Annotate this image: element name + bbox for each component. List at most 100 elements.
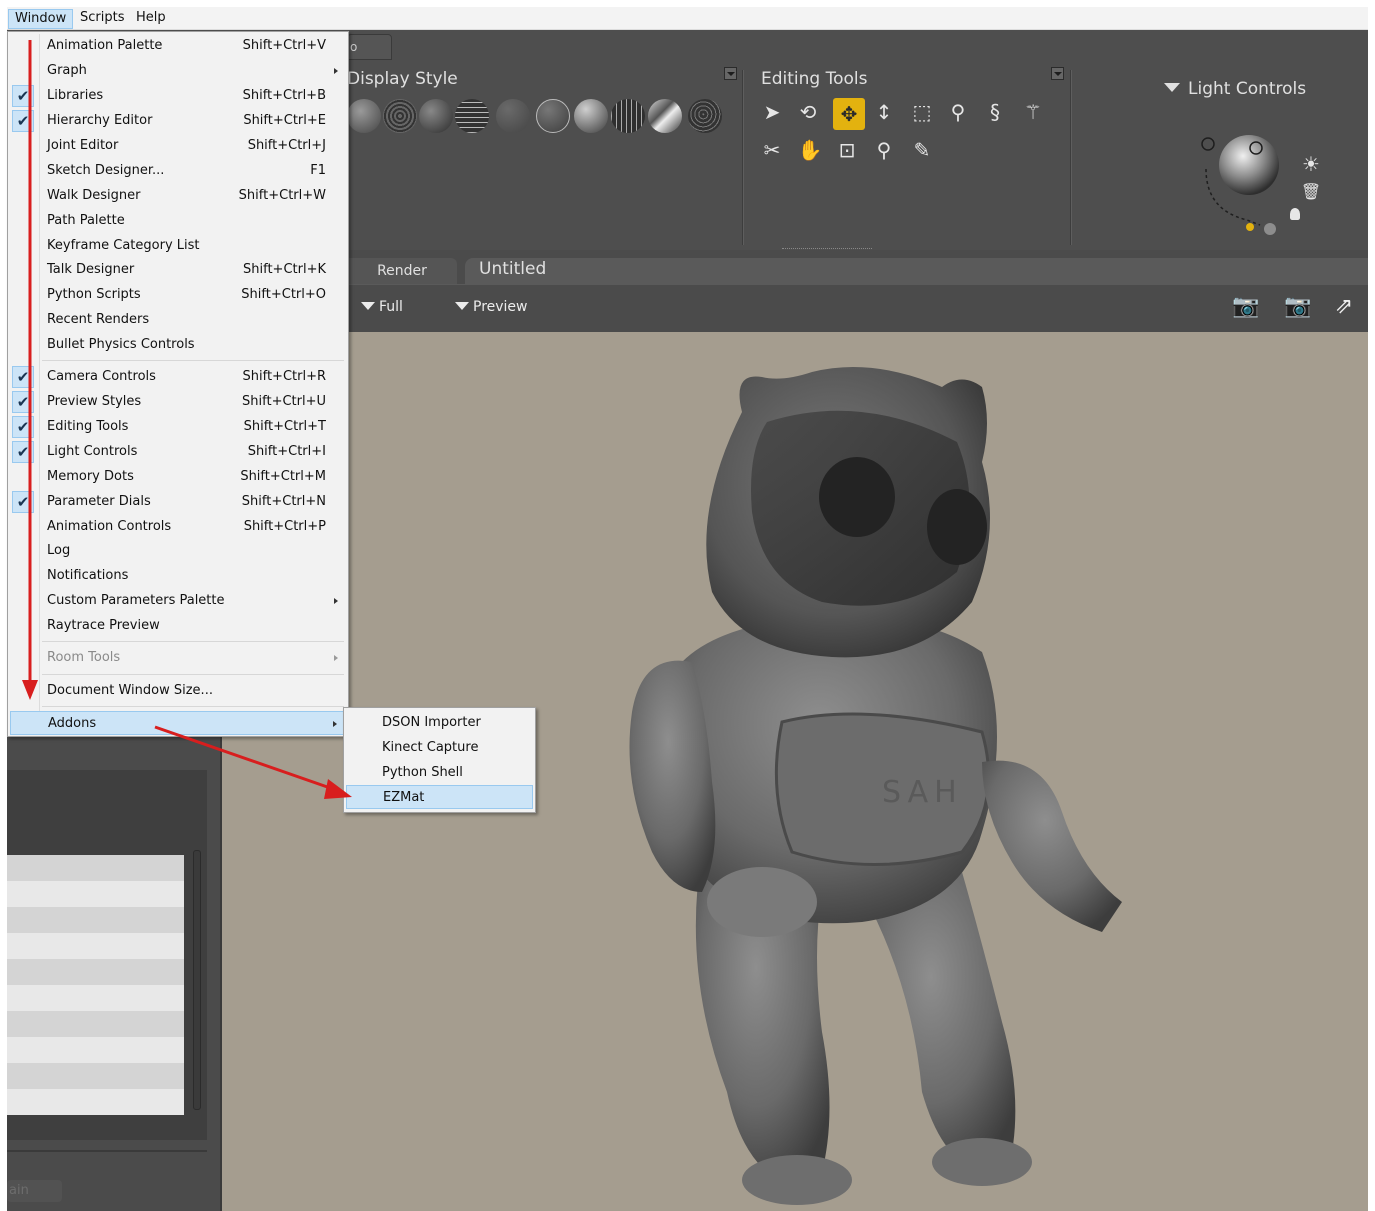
menu-item-document-window-size[interactable]: Document Window Size... bbox=[10, 679, 346, 703]
style-cartoon-icon[interactable] bbox=[496, 99, 530, 133]
editing-tools-collapse-button[interactable] bbox=[1051, 67, 1064, 80]
rotate-icon[interactable]: ⟲ bbox=[795, 99, 821, 125]
menu-item-preview-styles[interactable]: ✔ Preview Styles Shift+Ctrl+U bbox=[10, 390, 346, 414]
style-lit-wire-icon[interactable] bbox=[419, 99, 453, 133]
menu-item-shortcut: Shift+Ctrl+R bbox=[242, 369, 327, 384]
menu-item-recent-renders[interactable]: Recent Renders bbox=[10, 308, 346, 332]
menu-item-bullet-physics-controls[interactable]: Bullet Physics Controls bbox=[10, 333, 346, 357]
left-dock-button[interactable]: ain bbox=[7, 1180, 62, 1202]
submenu-item-python-shell[interactable]: Python Shell bbox=[346, 761, 533, 785]
style-smooth-shaded-icon[interactable] bbox=[536, 99, 570, 133]
display-style-collapse-button[interactable] bbox=[724, 67, 737, 80]
chevron-down-icon bbox=[455, 302, 469, 310]
menu-separator bbox=[42, 674, 344, 675]
direct-manipulation-icon[interactable]: ⚚ bbox=[1020, 99, 1046, 125]
menu-item-graph[interactable]: Graph bbox=[10, 59, 346, 83]
menu-scripts[interactable]: Scripts bbox=[74, 9, 130, 29]
menu-separator bbox=[42, 706, 344, 707]
menu-item-libraries[interactable]: ✔ Libraries Shift+Ctrl+B bbox=[10, 84, 346, 108]
submenu-item-ezmat[interactable]: EZMat bbox=[346, 785, 533, 809]
grab-icon[interactable]: ✋ bbox=[797, 137, 823, 163]
style-wire-icon[interactable] bbox=[347, 99, 381, 133]
export-icon[interactable]: ⇗ bbox=[1329, 293, 1359, 321]
tab-untitled[interactable]: Untitled bbox=[465, 258, 1368, 284]
left-dock-scrollbar[interactable] bbox=[193, 850, 201, 1110]
list-item[interactable] bbox=[7, 1063, 184, 1089]
taper-icon[interactable]: ⬚ bbox=[909, 99, 935, 125]
menu-item-walk-designer[interactable]: Walk Designer Shift+Ctrl+W bbox=[10, 184, 346, 208]
menu-item-label: Custom Parameters Palette bbox=[47, 593, 225, 608]
trash-icon[interactable]: 🗑 bbox=[1299, 180, 1323, 204]
menu-item-animation-controls[interactable]: Animation Controls Shift+Ctrl+P bbox=[10, 515, 346, 539]
menu-item-room-tools[interactable]: Room Tools bbox=[10, 646, 346, 670]
menu-item-addons[interactable]: Addons bbox=[10, 711, 346, 735]
menu-item-custom-parameters-palette[interactable]: Custom Parameters Palette bbox=[10, 589, 346, 613]
morph-icon[interactable]: ⊡ bbox=[834, 137, 860, 163]
list-item[interactable] bbox=[7, 1037, 184, 1063]
menu-item-shortcut: Shift+Ctrl+I bbox=[247, 444, 326, 459]
menu-item-camera-controls[interactable]: ✔ Camera Controls Shift+Ctrl+R bbox=[10, 365, 346, 389]
checkmark-icon: ✔ bbox=[12, 416, 34, 438]
menu-item-hierarchy-editor[interactable]: ✔ Hierarchy Editor Shift+Ctrl+E bbox=[10, 109, 346, 133]
tab-render[interactable]: Render bbox=[347, 258, 457, 284]
translate-icon[interactable]: ✥ bbox=[833, 98, 865, 130]
menu-item-python-scripts[interactable]: Python Scripts Shift+Ctrl+O bbox=[10, 283, 346, 307]
chain-break-icon[interactable]: § bbox=[982, 99, 1008, 125]
menu-item-log[interactable]: Log bbox=[10, 539, 346, 563]
camera-icon[interactable]: 📷 bbox=[1231, 293, 1261, 321]
menu-item-label: Walk Designer bbox=[47, 188, 141, 203]
checkmark-icon: ✔ bbox=[12, 391, 34, 413]
select-arrow-icon[interactable]: ➤ bbox=[759, 99, 785, 125]
menu-item-path-palette[interactable]: Path Palette bbox=[10, 209, 346, 233]
menu-item-light-controls[interactable]: ✔ Light Controls Shift+Ctrl+I bbox=[10, 440, 346, 464]
list-item[interactable] bbox=[7, 933, 184, 959]
scale-vertical-icon[interactable]: ↕ bbox=[871, 99, 897, 125]
zoom-icon[interactable]: ⚲ bbox=[871, 137, 897, 163]
list-item[interactable] bbox=[7, 959, 184, 985]
full-dropdown[interactable]: Full bbox=[361, 299, 403, 315]
preview-dropdown[interactable]: Preview bbox=[455, 299, 528, 315]
style-shaded-wire-icon[interactable] bbox=[611, 99, 645, 133]
sun-icon[interactable]: ☀ bbox=[1299, 152, 1323, 176]
menu-item-sketch-designer[interactable]: Sketch Designer... F1 bbox=[10, 159, 346, 183]
menu-item-keyframe-category-list[interactable]: Keyframe Category List bbox=[10, 234, 346, 258]
menu-item-shortcut: Shift+Ctrl+T bbox=[243, 419, 326, 434]
menu-item-editing-tools[interactable]: ✔ Editing Tools Shift+Ctrl+T bbox=[10, 415, 346, 439]
menu-item-label: Animation Palette bbox=[47, 38, 163, 53]
menu-item-joint-editor[interactable]: Joint Editor Shift+Ctrl+J bbox=[10, 134, 346, 158]
eraser-icon[interactable]: ✎ bbox=[909, 137, 935, 163]
menu-item-label: Recent Renders bbox=[47, 312, 150, 327]
list-item[interactable] bbox=[7, 907, 184, 933]
menu-item-memory-dots[interactable]: Memory Dots Shift+Ctrl+M bbox=[10, 465, 346, 489]
style-sketch-icon[interactable] bbox=[688, 99, 722, 133]
bulb-icon[interactable] bbox=[1290, 208, 1300, 220]
menu-help[interactable]: Help bbox=[130, 9, 172, 29]
menu-window[interactable]: Window bbox=[8, 9, 74, 29]
checkmark-icon: ✔ bbox=[12, 110, 34, 132]
list-item[interactable] bbox=[7, 881, 184, 907]
style-hidden-line-icon[interactable] bbox=[383, 99, 417, 133]
menu-item-notifications[interactable]: Notifications bbox=[10, 564, 346, 588]
list-item[interactable] bbox=[7, 1089, 184, 1115]
menu-item-animation-palette[interactable]: Animation Palette Shift+Ctrl+V bbox=[10, 34, 346, 58]
partial-tab[interactable]: o bbox=[347, 34, 392, 60]
menu-item-parameter-dials[interactable]: ✔ Parameter Dials Shift+Ctrl+N bbox=[10, 490, 346, 514]
list-item[interactable] bbox=[7, 985, 184, 1011]
list-item[interactable] bbox=[7, 1011, 184, 1037]
style-flat-lined-icon[interactable] bbox=[455, 99, 489, 133]
style-outline-icon[interactable] bbox=[648, 99, 682, 133]
light-controls-dropdown-icon[interactable] bbox=[1164, 83, 1180, 92]
menu-item-label: Python Scripts bbox=[47, 287, 141, 302]
checkmark-icon: ✔ bbox=[12, 441, 34, 463]
list-item[interactable] bbox=[7, 855, 184, 881]
resize-grip[interactable] bbox=[782, 248, 872, 251]
menu-item-raytrace-preview[interactable]: Raytrace Preview bbox=[10, 614, 346, 638]
style-texture-shaded-icon[interactable] bbox=[574, 99, 608, 133]
submenu-item-kinect-capture[interactable]: Kinect Capture bbox=[346, 736, 533, 760]
twist-icon[interactable]: ⚲ bbox=[945, 99, 971, 125]
menu-item-talk-designer[interactable]: Talk Designer Shift+Ctrl+K bbox=[10, 258, 346, 282]
menu-item-label: Talk Designer bbox=[47, 262, 135, 277]
color-icon[interactable]: ✂ bbox=[759, 137, 785, 163]
submenu-item-dson-importer[interactable]: DSON Importer bbox=[346, 711, 533, 735]
camera-dim-icon[interactable]: 📷 bbox=[1283, 293, 1313, 321]
